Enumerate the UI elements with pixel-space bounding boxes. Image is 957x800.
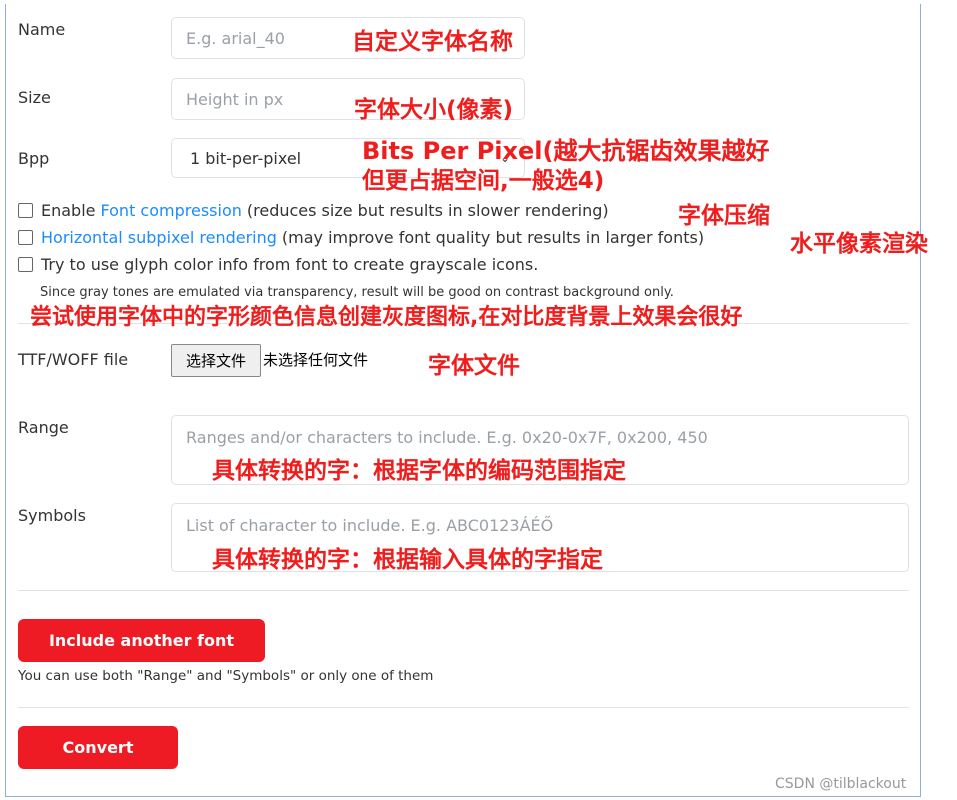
compression-suffix: (reduces size but results in slower rend… [246,201,609,220]
compression-option: Enable Font compression (reduces size bu… [18,201,609,220]
annotation-bpp-2: 但更占据空间,一般选4) [362,168,605,194]
subpixel-suffix: (may improve font quality but results in… [281,228,705,247]
annotation-subpixel: 水平像素渲染 [790,231,928,257]
compression-prefix: Enable [41,201,96,220]
subpixel-link[interactable]: Horizontal subpixel rendering [41,228,277,247]
compression-link[interactable]: Font compression [101,201,242,220]
compression-checkbox[interactable] [18,203,33,218]
file-status: 未选择任何文件 [263,351,369,369]
size-label: Size [18,88,51,107]
symbols-placeholder: List of character to include. E.g. ABC01… [186,516,554,535]
grayscale-note: Since gray tones are emulated via transp… [40,285,674,300]
name-label: Name [18,20,66,39]
bpp-label: Bpp [18,149,50,168]
annotation-compression: 字体压缩 [678,203,770,229]
file-label: TTF/WOFF file [18,350,129,369]
divider [18,707,909,708]
convert-button[interactable]: Convert [18,726,178,769]
range-label: Range [18,418,69,437]
watermark: CSDN @tilblackout [775,776,907,792]
annotation-symbols: 具体转换的字：根据输入具体的字指定 [212,547,603,573]
range-placeholder: Ranges and/or characters to include. E.g… [186,428,708,447]
annotation-name: 自定义字体名称 [352,29,513,55]
grayscale-label: Try to use glyph color info from font to… [41,255,539,274]
size-placeholder: Height in px [186,89,284,109]
divider [18,590,909,591]
annotation-grayscale: 尝试使用字体中的字形颜色信息创建灰度图标,在对比度背景上效果会很好 [30,305,743,330]
name-placeholder: E.g. arial_40 [186,28,285,48]
include-another-font-button[interactable]: Include another font [18,619,265,662]
symbols-label: Symbols [18,506,86,525]
subpixel-option: Horizontal subpixel rendering (may impro… [18,228,704,247]
annotation-range: 具体转换的字：根据字体的编码范围指定 [212,458,626,484]
include-hint: You can use both "Range" and "Symbols" o… [18,668,434,684]
annotation-size: 字体大小(像素) [354,97,514,123]
grayscale-option: Try to use glyph color info from font to… [18,255,538,274]
subpixel-checkbox[interactable] [18,230,33,245]
bpp-value: 1 bit-per-pixel [190,148,302,168]
annotation-file: 字体文件 [428,353,520,379]
choose-file-button[interactable]: 选择文件 [171,344,261,377]
grayscale-checkbox[interactable] [18,257,33,272]
